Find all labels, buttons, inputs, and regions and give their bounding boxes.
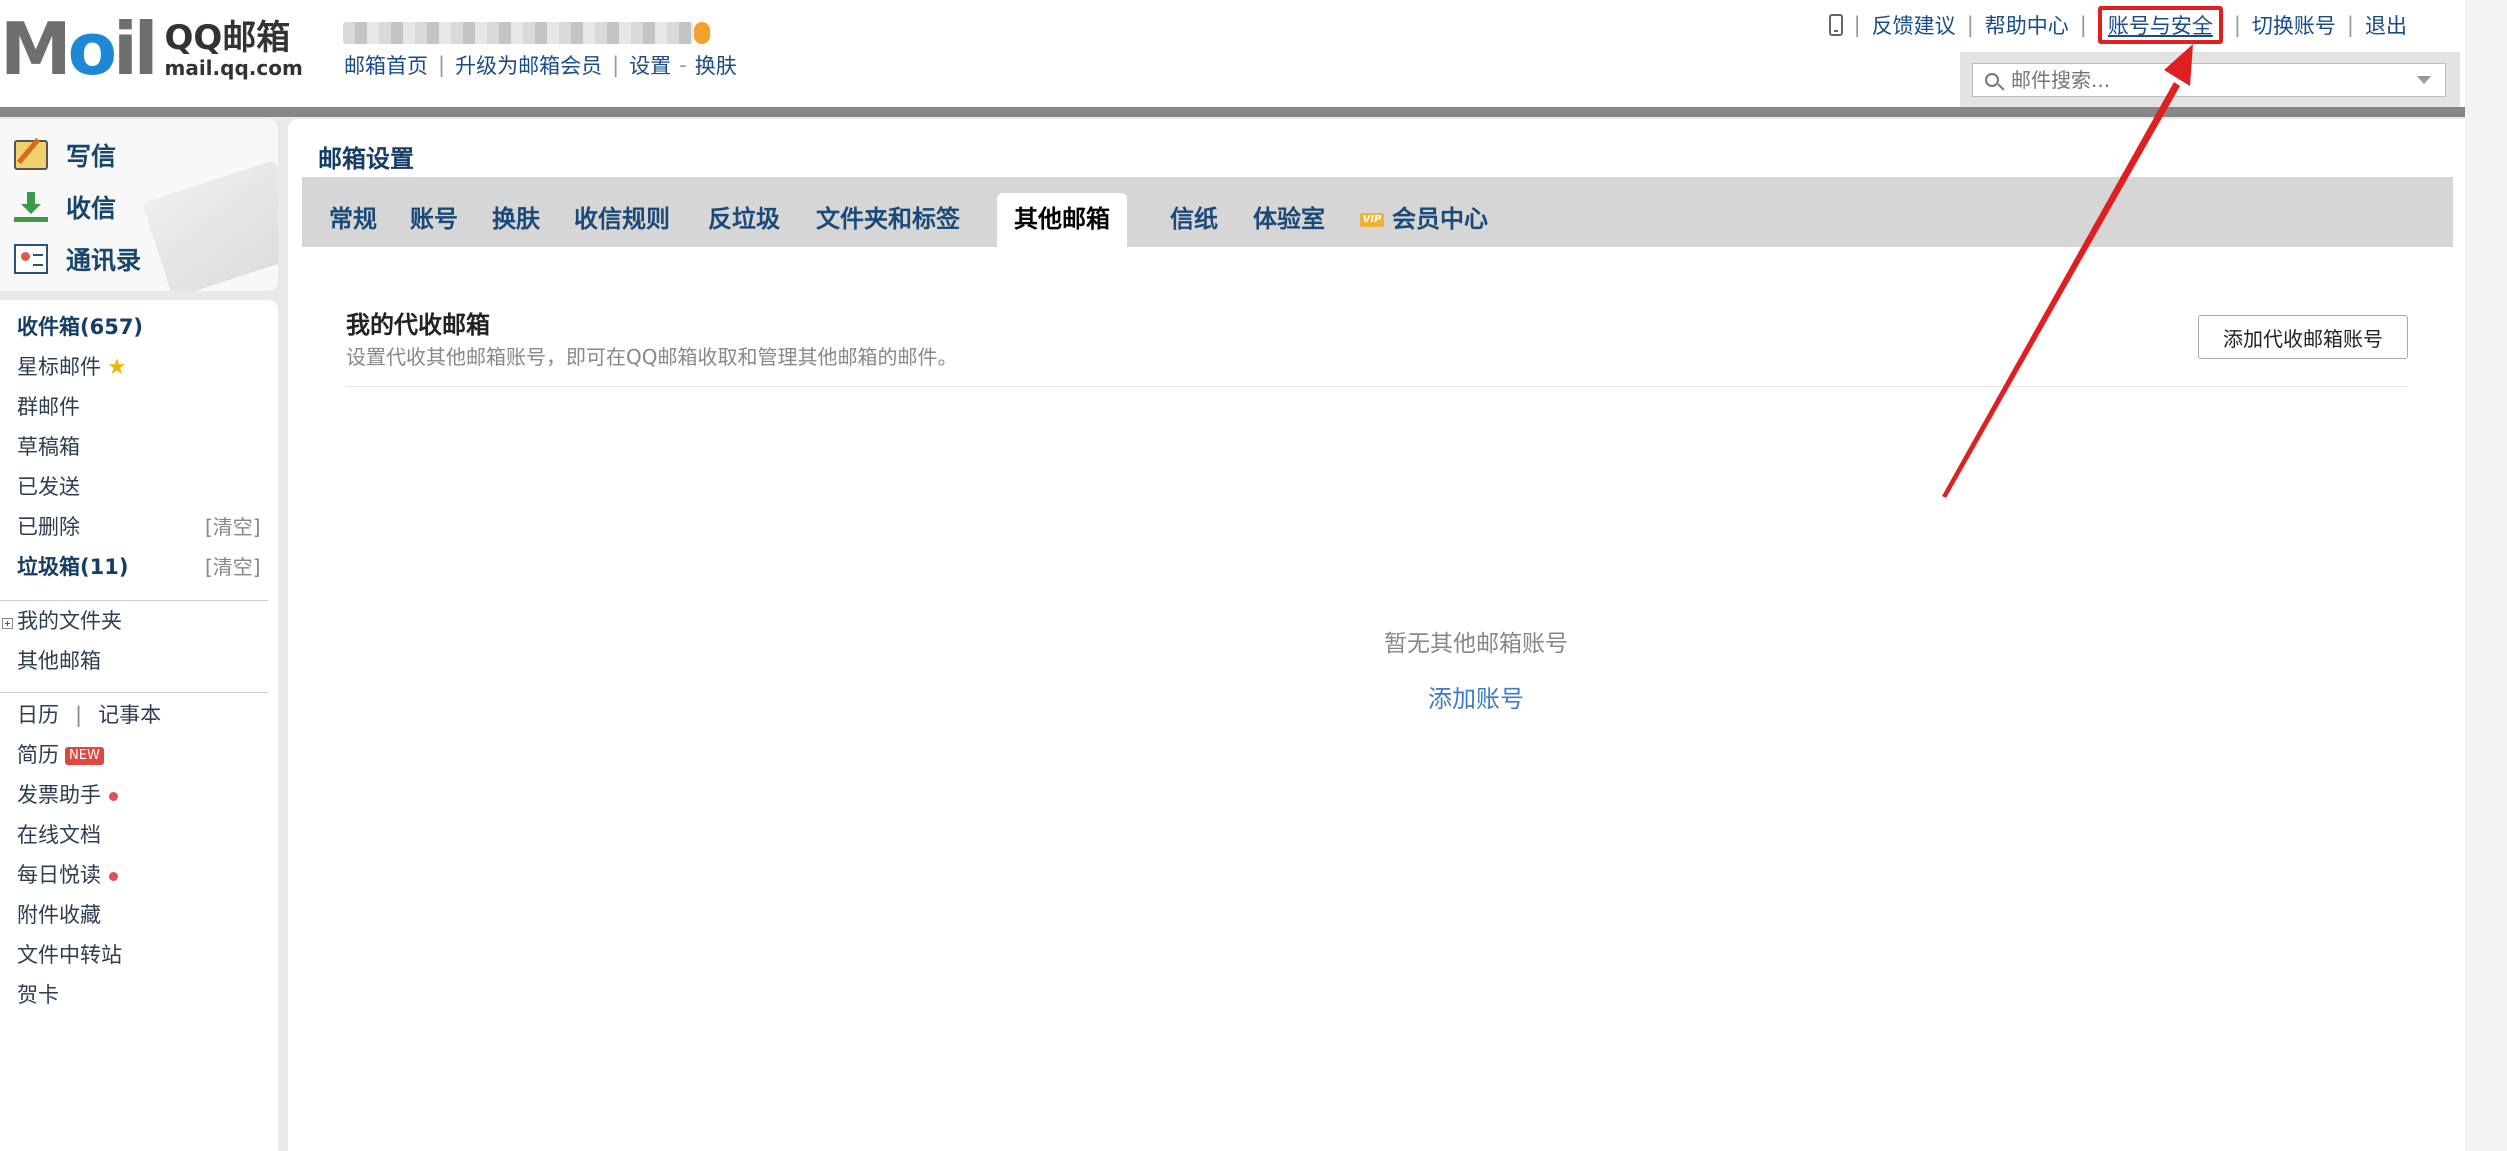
sidebar-item-drafts[interactable]: 草稿箱 bbox=[17, 432, 80, 462]
clear-deleted-link[interactable]: [清空] bbox=[205, 512, 261, 542]
sidebar-item-cards[interactable]: 贺卡 bbox=[17, 980, 59, 1010]
settings-panel: 邮箱设置 常规 账号 换肤 收信规则 反垃圾 文件夹和标签 其他邮箱 信纸 体验… bbox=[288, 119, 2465, 1151]
folder-panel: 收件箱(657) 星标邮件 ★ 群邮件 草稿箱 已发送 已删除 [清空] 垃圾箱(… bbox=[0, 300, 278, 1151]
tab-receive-rules[interactable]: 收信规则 bbox=[574, 193, 670, 247]
user-account-blurred bbox=[343, 22, 693, 44]
compose-panel: 写信 收信 通讯录 bbox=[0, 119, 278, 291]
qq-mail-logo[interactable]: Moil QQ邮箱 mail.qq.com bbox=[0, 7, 303, 91]
tab-skin[interactable]: 换肤 bbox=[492, 193, 540, 247]
sidebar-item-sent[interactable]: 已发送 bbox=[17, 472, 80, 502]
sidebar-item-docs[interactable]: 在线文档 bbox=[17, 820, 101, 850]
sidebar-item-other-mailbox[interactable]: 其他邮箱 bbox=[17, 646, 101, 676]
logo-domain: mail.qq.com bbox=[164, 56, 303, 80]
empty-state-text: 暂无其他邮箱账号 bbox=[1384, 631, 1568, 657]
top-right-nav: | 反馈建议 | 帮助中心 | 账号与安全 | 切换账号 | 退出 bbox=[1828, 6, 2407, 44]
sidebar-divider bbox=[0, 692, 268, 693]
sidebar-item-starred[interactable]: 星标邮件 ★ bbox=[17, 352, 127, 382]
expand-icon[interactable] bbox=[2, 618, 13, 629]
clear-spam-link[interactable]: [清空] bbox=[205, 552, 261, 582]
star-icon: ★ bbox=[107, 355, 127, 380]
sidebar-item-calendar-notes: 日历 | 记事本 bbox=[17, 703, 162, 727]
header-nav: 邮箱首页 | 升级为邮箱会员 | 设置 - 换肤 bbox=[344, 50, 737, 80]
sidebar-item-daily-read[interactable]: 每日悦读 bbox=[17, 860, 118, 890]
page-title: 邮箱设置 bbox=[318, 145, 414, 173]
mobile-phone-icon[interactable] bbox=[1828, 14, 1843, 36]
header-divider-bar bbox=[0, 107, 2465, 117]
logo-name: QQ邮箱 bbox=[164, 18, 291, 58]
notification-dot-icon bbox=[109, 871, 118, 881]
sidebar-item-invoice[interactable]: 发票助手 bbox=[17, 780, 118, 810]
receive-button[interactable]: 收信 bbox=[14, 187, 116, 227]
write-icon bbox=[14, 140, 48, 170]
tab-member-center[interactable]: VIP 会员中心 bbox=[1360, 193, 1488, 247]
sidebar-item-spam[interactable]: 垃圾箱(11) bbox=[17, 552, 128, 582]
change-skin-link[interactable]: 换肤 bbox=[695, 50, 737, 80]
tab-anti-spam[interactable]: 反垃圾 bbox=[708, 193, 780, 247]
sidebar-item-inbox[interactable]: 收件箱(657) bbox=[17, 312, 143, 342]
mailbox-home-link[interactable]: 邮箱首页 bbox=[344, 50, 428, 80]
sidebar-item-my-folders[interactable]: 我的文件夹 bbox=[17, 606, 122, 636]
vip-badge-icon bbox=[694, 22, 710, 44]
tab-general[interactable]: 常规 bbox=[329, 193, 377, 247]
calendar-link[interactable]: 日历 bbox=[17, 703, 59, 727]
add-account-link[interactable]: 添加账号 bbox=[1291, 679, 1661, 714]
notes-link[interactable]: 记事本 bbox=[98, 703, 161, 727]
envelope-decoration bbox=[141, 159, 278, 291]
settings-tab-bar: 常规 账号 换肤 收信规则 反垃圾 文件夹和标签 其他邮箱 信纸 体验室 VIP… bbox=[302, 177, 2453, 247]
sidebar-item-attachments[interactable]: 附件收藏 bbox=[17, 900, 101, 930]
search-box[interactable] bbox=[1972, 63, 2446, 97]
tab-other-mailbox[interactable]: 其他邮箱 bbox=[997, 193, 1127, 247]
logout-link[interactable]: 退出 bbox=[2365, 10, 2407, 40]
vip-icon: VIP bbox=[1360, 213, 1384, 227]
new-badge: NEW bbox=[65, 747, 104, 765]
search-area bbox=[1960, 52, 2460, 111]
switch-account-link[interactable]: 切换账号 bbox=[2252, 10, 2336, 40]
notification-dot-icon bbox=[109, 791, 118, 801]
scrollbar[interactable] bbox=[2465, 0, 2507, 1151]
sidebar-item-deleted[interactable]: 已删除 bbox=[17, 512, 80, 542]
tab-folders-labels[interactable]: 文件夹和标签 bbox=[816, 193, 960, 247]
sidebar-item-file-transfer[interactable]: 文件中转站 bbox=[17, 940, 122, 970]
tab-lab[interactable]: 体验室 bbox=[1253, 193, 1325, 247]
contacts-icon bbox=[14, 244, 48, 274]
feedback-link[interactable]: 反馈建议 bbox=[1872, 10, 1956, 40]
section-title: 我的代收邮箱 bbox=[346, 311, 490, 339]
sidebar-divider bbox=[0, 600, 268, 601]
add-proxy-mailbox-button[interactable]: 添加代收邮箱账号 bbox=[2198, 315, 2408, 359]
main-area: 邮箱设置 常规 账号 换肤 收信规则 反垃圾 文件夹和标签 其他邮箱 信纸 体验… bbox=[286, 117, 2465, 1151]
upgrade-member-link[interactable]: 升级为邮箱会员 bbox=[455, 50, 602, 80]
tab-stationery[interactable]: 信纸 bbox=[1170, 193, 1218, 247]
sidebar-item-group[interactable]: 群邮件 bbox=[17, 392, 80, 422]
chevron-down-icon[interactable] bbox=[2417, 76, 2431, 84]
header: Moil QQ邮箱 mail.qq.com 邮箱首页 | 升级为邮箱会员 | 设… bbox=[0, 0, 2465, 112]
contacts-button[interactable]: 通讯录 bbox=[14, 239, 141, 279]
tab-account[interactable]: 账号 bbox=[410, 193, 458, 247]
search-input[interactable] bbox=[2009, 67, 2417, 93]
section-description: 设置代收其他邮箱账号，即可在QQ邮箱收取和管理其他邮箱的邮件。 bbox=[346, 345, 958, 369]
sidebar-item-resume[interactable]: 简历 NEW bbox=[17, 740, 104, 770]
sidebar: 写信 收信 通讯录 收件箱(657) 星标邮件 ★ 群邮件 草稿箱 已发送 已删除… bbox=[0, 117, 286, 1151]
inbox-icon bbox=[14, 192, 48, 222]
account-security-link[interactable]: 账号与安全 bbox=[2097, 6, 2223, 44]
help-center-link[interactable]: 帮助中心 bbox=[1985, 10, 2069, 40]
logo-mark: Moil bbox=[0, 7, 158, 91]
search-icon bbox=[1985, 73, 1999, 87]
section-divider bbox=[346, 386, 2408, 387]
compose-button[interactable]: 写信 bbox=[14, 135, 116, 175]
settings-link[interactable]: 设置 bbox=[629, 50, 671, 80]
